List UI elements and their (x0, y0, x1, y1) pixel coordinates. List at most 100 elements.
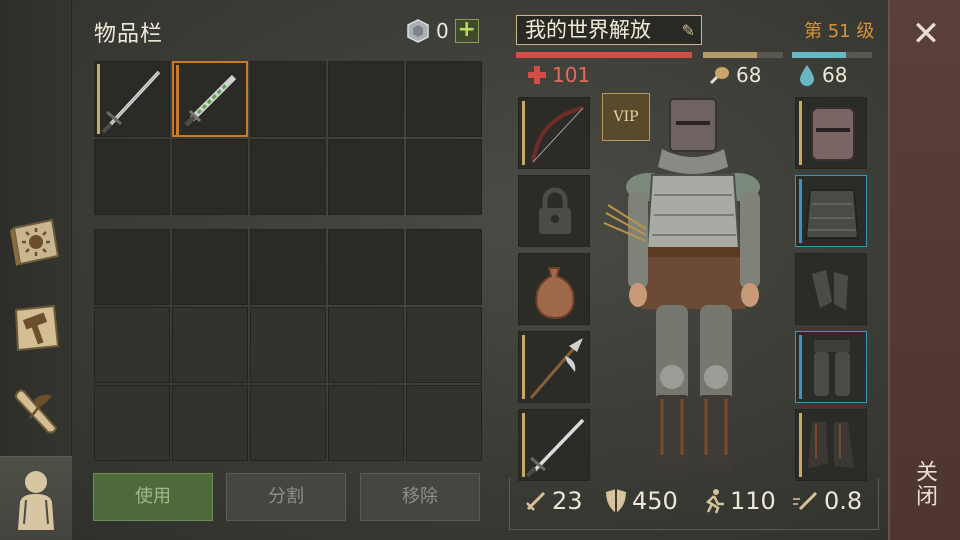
equip-slot-legs[interactable] (795, 331, 867, 403)
equip-slot-helmet[interactable] (795, 97, 867, 169)
equip-slot-boots[interactable] (795, 409, 867, 481)
split-button[interactable]: 分割 (226, 473, 346, 521)
rarity-bar (799, 413, 802, 477)
halberd-icon (529, 338, 583, 399)
crafting-hammer-icon (14, 304, 60, 352)
inventory-slot-locked[interactable] (172, 307, 248, 383)
inventory-title: 物品栏 (94, 22, 164, 47)
rarity-bar (799, 101, 802, 165)
sword-item-icon (101, 70, 161, 134)
defense-value: 450 (632, 487, 678, 515)
drumstick-icon (709, 67, 729, 85)
close-icon[interactable]: ✕ (910, 17, 942, 51)
inventory-slot-selected[interactable] (172, 61, 248, 137)
character-name[interactable]: 我的世界解放 ✎ (516, 15, 702, 45)
inventory-slot-locked[interactable] (94, 385, 170, 461)
inventory-grid-bottom (93, 228, 483, 462)
attack-speed-value: 0.8 (824, 487, 863, 515)
inventory-slot[interactable] (328, 139, 404, 215)
sword-speed-icon (793, 491, 818, 511)
equip-slot-bag[interactable] (518, 253, 590, 325)
remove-button[interactable]: 移除 (360, 473, 480, 521)
inventory-slot[interactable] (94, 229, 170, 305)
rarity-bar (97, 64, 100, 134)
rarity-bar (799, 179, 802, 243)
water-stat: 68 (798, 63, 847, 87)
attack-value: 23 (552, 487, 583, 515)
tab-quests[interactable] (6, 380, 66, 440)
rarity-bar (522, 101, 525, 165)
tab-character[interactable] (0, 456, 72, 540)
inventory-slot[interactable] (250, 139, 326, 215)
attack-stat: 23 (524, 487, 583, 515)
close-label[interactable]: 关闭 (912, 460, 940, 508)
inventory-slot[interactable] (328, 61, 404, 137)
drop-icon (800, 65, 814, 86)
tab-rail (0, 0, 72, 540)
water-bar-track (792, 52, 872, 58)
inventory-slot[interactable] (406, 229, 482, 305)
health-stat: 101 (528, 63, 590, 87)
edit-pen-icon[interactable]: ✎ (682, 17, 695, 45)
character-name-text: 我的世界解放 (525, 18, 651, 42)
equip-slot-weapon-main[interactable] (518, 409, 590, 481)
character-icon (18, 470, 54, 530)
bow-icon (531, 106, 584, 163)
cross-icon (528, 66, 546, 84)
sword-icon (526, 491, 546, 511)
water-bar-fill (792, 52, 847, 58)
equip-slot-chest[interactable] (795, 175, 867, 247)
gem-coin-icon (407, 19, 429, 43)
gloves-icon (812, 270, 848, 310)
inventory-slot-locked[interactable] (250, 307, 326, 383)
inventory-slot[interactable] (406, 61, 482, 137)
rarity-bar (176, 65, 179, 135)
equip-slot-ranged[interactable] (518, 97, 590, 169)
inventory-grid-top (93, 60, 483, 216)
shield-icon (606, 489, 626, 513)
inventory-slot[interactable] (94, 61, 170, 137)
inventory-slot[interactable] (328, 229, 404, 305)
inventory-slot-locked[interactable] (406, 307, 482, 383)
inventory-slot-locked[interactable] (328, 307, 404, 383)
quest-scroll-icon (15, 389, 58, 434)
food-bar-fill (703, 52, 758, 58)
dagger-item-icon (184, 74, 237, 127)
inventory-slot[interactable] (250, 61, 326, 137)
water-value: 68 (822, 63, 848, 87)
journal-sun-icon (10, 218, 60, 266)
rarity-bar (522, 413, 525, 477)
use-button[interactable]: 使用 (93, 473, 213, 521)
inventory-slot-locked[interactable] (172, 385, 248, 461)
inventory-slot[interactable] (406, 139, 482, 215)
food-bar-track (703, 52, 783, 58)
inventory-slot[interactable] (172, 229, 248, 305)
tab-journal[interactable] (6, 212, 66, 272)
add-coin-button[interactable]: + (454, 19, 479, 43)
equip-slot-gloves[interactable] (795, 253, 867, 325)
inventory-slot-locked[interactable] (328, 385, 404, 461)
close-panel[interactable]: ✕ 关闭 (888, 0, 960, 540)
speed-stat: 110 (700, 487, 776, 515)
boots-icon (808, 422, 854, 468)
tab-crafting[interactable] (6, 298, 66, 358)
inventory-slot[interactable] (172, 139, 248, 215)
food-stat: 68 (708, 63, 761, 87)
inventory-slot-locked[interactable] (250, 385, 326, 461)
great-helm-icon (811, 107, 855, 161)
sword-icon (525, 418, 585, 478)
inventory-slot-locked[interactable] (94, 307, 170, 383)
character-figure (603, 98, 760, 471)
food-value: 68 (736, 63, 762, 87)
defense-stat: 450 (604, 487, 678, 515)
rarity-bar (799, 335, 802, 399)
chest-armor-icon (804, 189, 860, 239)
inventory-slot-locked[interactable] (406, 385, 482, 461)
coin-counter: 0 + (406, 19, 479, 43)
speed-value: 110 (730, 487, 776, 515)
sack-icon (535, 267, 575, 320)
equip-slot-weapon-secondary[interactable] (518, 331, 590, 403)
inventory-slot[interactable] (250, 229, 326, 305)
inventory-slot[interactable] (94, 139, 170, 215)
equip-slot-locked[interactable] (518, 175, 590, 247)
